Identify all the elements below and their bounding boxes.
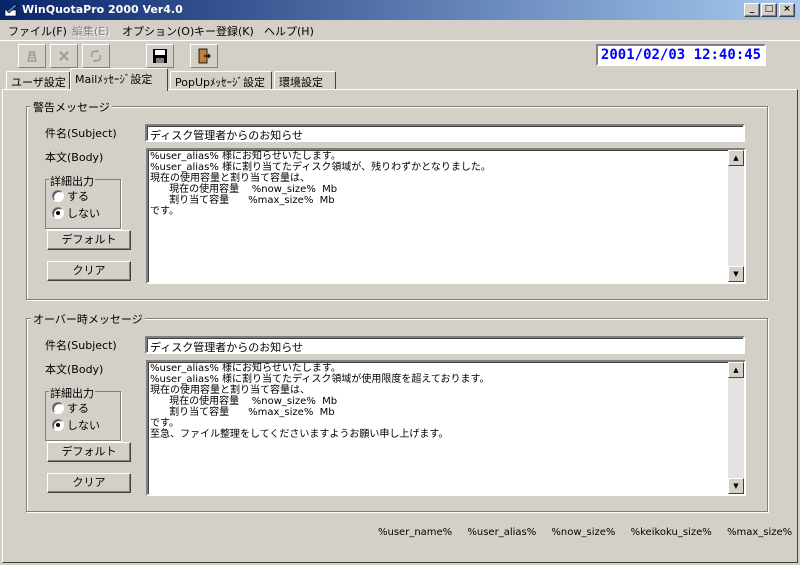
scroll-up-arrow-icon[interactable]: ▲ [728, 150, 744, 166]
body-textarea[interactable]: %user_alias% 様にお知らせいたします。 %user_alias% 様… [146, 148, 746, 284]
group-title: オーバー時メッセージ [31, 311, 145, 327]
detail-output-group: 詳細出力 する しない [45, 173, 121, 229]
subject-label: 件名(Subject) [45, 339, 117, 352]
menu-help[interactable]: ヘルプ(H) [264, 23, 314, 39]
radio-no-label: しない [67, 207, 100, 220]
tab-mail-message-settings[interactable]: Mailﾒｯｾｰｼﾞ設定 [70, 68, 168, 91]
recycle-button[interactable] [18, 44, 46, 68]
body-textarea[interactable]: %user_alias% 様にお知らせいたします。 %user_alias% 様… [146, 360, 746, 496]
close-button[interactable]: × [779, 3, 795, 17]
body-label: 本文(Body) [45, 363, 104, 376]
radio-yes[interactable]: する [52, 188, 89, 204]
group-title: 警告メッセージ [31, 99, 112, 115]
recycle-icon [27, 51, 37, 62]
radio-circle[interactable] [52, 190, 64, 202]
tab-environment-settings[interactable]: 環境設定 [274, 71, 336, 90]
cancel-icon [59, 51, 69, 61]
menu-bar: ファイル(F) 編集(E) オプション(O) キー登録(K) ヘルプ(H) [0, 20, 800, 40]
menu-edit[interactable]: 編集(E) [72, 23, 110, 39]
subject-field[interactable]: ディスク管理者からのお知らせ [145, 336, 745, 354]
subject-label: 件名(Subject) [45, 127, 117, 140]
body-label: 本文(Body) [45, 151, 104, 164]
variable-user-alias: %user_alias% [467, 527, 537, 538]
scroll-up-arrow-icon[interactable]: ▲ [728, 362, 744, 378]
floppy-disk-icon [153, 49, 167, 63]
subject-field[interactable]: ディスク管理者からのお知らせ [145, 124, 745, 142]
refresh-icon [90, 49, 102, 63]
detail-output-group: 詳細出力 する しない [45, 385, 121, 441]
body-text[interactable]: %user_alias% 様にお知らせいたします。 %user_alias% 様… [150, 151, 726, 282]
detail-output-legend: 詳細出力 [49, 173, 95, 189]
scroll-down-arrow-icon[interactable]: ▼ [728, 478, 744, 494]
menu-key-register[interactable]: キー登録(K) [194, 23, 254, 39]
radio-yes[interactable]: する [52, 400, 89, 416]
menu-file[interactable]: ファイル(F) [8, 23, 67, 39]
clear-button[interactable]: クリア [47, 473, 131, 493]
clear-button[interactable]: クリア [47, 261, 131, 281]
minimize-button[interactable]: _ [744, 3, 760, 17]
variables-legend: %user_name% %user_alias% %now_size% %kei… [378, 527, 800, 538]
radio-no[interactable]: しない [52, 205, 100, 221]
variable-keikoku-size: %keikoku_size% [630, 527, 712, 538]
window-title: WinQuotaPro 2000 Ver4.0 [22, 3, 183, 16]
maximize-button[interactable]: □ [761, 3, 777, 17]
refresh-button[interactable] [82, 44, 110, 68]
exit-button[interactable] [190, 44, 218, 68]
default-button[interactable]: デフォルト [47, 442, 131, 462]
vertical-scrollbar[interactable]: ▲ ▼ [728, 150, 744, 282]
menu-options[interactable]: オプション(O) [122, 23, 194, 39]
exit-door-icon [198, 48, 211, 64]
radio-yes-label: する [67, 402, 89, 415]
tab-popup-message-settings[interactable]: PopUpﾒｯｾｰｼﾞ設定 [170, 71, 272, 90]
body-text[interactable]: %user_alias% 様にお知らせいたします。 %user_alias% 様… [150, 363, 726, 494]
datetime-display: 2001/02/03 12:40:45 [596, 44, 766, 66]
app-icon [4, 3, 18, 17]
vertical-scrollbar[interactable]: ▲ ▼ [728, 362, 744, 494]
variable-user-name: %user_name% [378, 527, 453, 538]
radio-circle[interactable] [52, 402, 64, 414]
default-button[interactable]: デフォルト [47, 230, 131, 250]
radio-circle-checked[interactable] [52, 419, 64, 431]
detail-output-legend: 詳細出力 [49, 385, 95, 401]
cancel-button[interactable] [50, 44, 78, 68]
variable-now-size: %now_size% [551, 527, 616, 538]
tab-user-settings[interactable]: ユーザ設定 [6, 71, 70, 90]
radio-no-label: しない [67, 419, 100, 432]
radio-circle-checked[interactable] [52, 207, 64, 219]
radio-no[interactable]: しない [52, 417, 100, 433]
variable-max-size: %max_size% [726, 527, 793, 538]
over-limit-message-group: オーバー時メッセージ 件名(Subject) ディスク管理者からのお知らせ 本文… [26, 311, 768, 512]
scroll-down-arrow-icon[interactable]: ▼ [728, 266, 744, 282]
title-bar[interactable]: WinQuotaPro 2000 Ver4.0 _ □ × [0, 0, 800, 20]
warning-message-group: 警告メッセージ 件名(Subject) ディスク管理者からのお知らせ 本文(Bo… [26, 99, 768, 300]
save-button[interactable] [146, 44, 174, 68]
radio-yes-label: する [67, 190, 89, 203]
